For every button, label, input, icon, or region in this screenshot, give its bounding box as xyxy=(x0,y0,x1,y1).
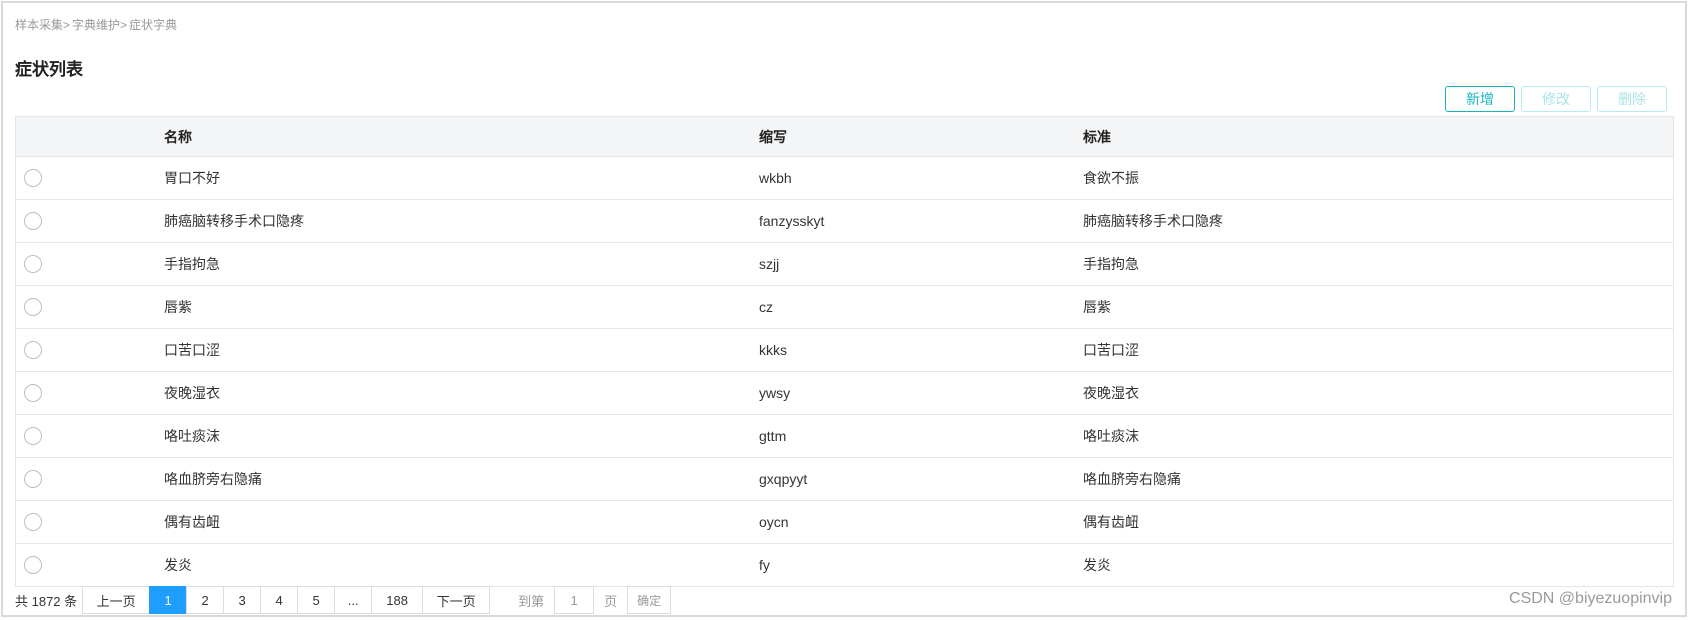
header-name[interactable]: 名称 xyxy=(164,127,759,147)
row-radio[interactable] xyxy=(24,298,42,316)
cell-abbr: cz xyxy=(759,299,773,315)
cell-abbr: oycn xyxy=(759,514,789,530)
cell-name: 口苦口涩 xyxy=(164,342,220,358)
delete-button[interactable]: 删除 xyxy=(1597,86,1667,112)
row-radio[interactable] xyxy=(24,427,42,445)
page-jump: 到第 页 确定 xyxy=(518,586,672,614)
prev-page-button[interactable]: 上一页 xyxy=(82,586,151,614)
table-row[interactable]: 胃口不好 wkbh 食欲不振 xyxy=(16,157,1673,200)
table-row[interactable]: 唇紫 cz 唇紫 xyxy=(16,286,1673,329)
cell-standard: 口苦口涩 xyxy=(1083,342,1139,358)
cell-name: 发炎 xyxy=(164,557,192,573)
cell-name: 唇紫 xyxy=(164,299,192,315)
edit-button[interactable]: 修改 xyxy=(1521,86,1591,112)
cell-standard: 肺癌脑转移手术口隐疼 xyxy=(1083,213,1223,229)
page-button-3[interactable]: 3 xyxy=(223,586,262,614)
breadcrumb-item-dictionary[interactable]: 字典维护> xyxy=(72,16,127,33)
cell-name: 咯血脐旁右隐痛 xyxy=(164,471,262,487)
cell-abbr: kkks xyxy=(759,342,787,358)
goto-suffix-label: 页 xyxy=(604,593,618,609)
toolbar: 新增 修改 删除 xyxy=(1445,86,1667,112)
table-row[interactable]: 偶有齿衄 oycn 偶有齿衄 xyxy=(16,501,1673,544)
row-radio[interactable] xyxy=(24,513,42,531)
page-buttons: 上一页 1 2 3 4 5 ... 188 下一页 xyxy=(82,586,491,614)
table-header: 名称 缩写 标准 xyxy=(16,117,1673,157)
page-button-5[interactable]: 5 xyxy=(297,586,336,614)
cell-abbr: gxqpyyt xyxy=(759,471,808,487)
row-radio[interactable] xyxy=(24,470,42,488)
page-button-1[interactable]: 1 xyxy=(149,586,188,614)
cell-abbr: fanzysskyt xyxy=(759,213,825,229)
cell-standard: 食欲不振 xyxy=(1083,170,1139,186)
cell-name: 手指拘急 xyxy=(164,256,220,272)
cell-standard: 唇紫 xyxy=(1083,299,1111,315)
header-abbr[interactable]: 缩写 xyxy=(759,127,1083,147)
row-radio[interactable] xyxy=(24,384,42,402)
cell-standard: 咯吐痰沫 xyxy=(1083,428,1139,444)
watermark: CSDN @biyezuopinvip xyxy=(1509,590,1672,607)
cell-abbr: fy xyxy=(759,557,770,573)
cell-abbr: gttm xyxy=(759,428,787,444)
page-button-2[interactable]: 2 xyxy=(186,586,225,614)
row-radio[interactable] xyxy=(24,169,42,187)
goto-confirm-button[interactable]: 确定 xyxy=(627,586,672,614)
goto-prefix-label: 到第 xyxy=(518,593,545,609)
total-count: 共 1872 条 xyxy=(15,593,78,609)
cell-name: 夜晚湿衣 xyxy=(164,385,220,401)
cell-name: 胃口不好 xyxy=(164,170,220,186)
table-row[interactable]: 口苦口涩 kkks 口苦口涩 xyxy=(16,329,1673,372)
breadcrumb-item-symptom-dictionary: 症状字典 xyxy=(129,18,178,32)
page-ellipsis: ... xyxy=(334,586,373,614)
breadcrumb-item-sample-collection[interactable]: 样本采集> xyxy=(15,16,70,33)
cell-abbr: szjj xyxy=(759,256,780,272)
symptom-table: 名称 缩写 标准 胃口不好 wkbh 食欲不振 肺癌脑转移手术口隐疼 fanzy… xyxy=(15,116,1674,587)
page-button-last[interactable]: 188 xyxy=(371,586,424,614)
row-radio[interactable] xyxy=(24,255,42,273)
table-row[interactable]: 咯血脐旁右隐痛 gxqpyyt 咯血脐旁右隐痛 xyxy=(16,458,1673,501)
cell-standard: 夜晚湿衣 xyxy=(1083,385,1139,401)
breadcrumb: 样本采集> 字典维护> 症状字典 xyxy=(15,16,177,33)
table-row[interactable]: 手指拘急 szjj 手指拘急 xyxy=(16,243,1673,286)
cell-name: 咯吐痰沫 xyxy=(164,428,220,444)
row-radio[interactable] xyxy=(24,341,42,359)
row-radio[interactable] xyxy=(24,556,42,574)
cell-standard: 咯血脐旁右隐痛 xyxy=(1083,471,1181,487)
page-title: 症状列表 xyxy=(15,60,83,79)
table-row[interactable]: 发炎 fy 发炎 xyxy=(16,544,1673,586)
row-radio[interactable] xyxy=(24,212,42,230)
cell-name: 偶有齿衄 xyxy=(164,514,220,530)
table-row[interactable]: 咯吐痰沫 gttm 咯吐痰沫 xyxy=(16,415,1673,458)
cell-standard: 手指拘急 xyxy=(1083,256,1139,272)
next-page-button[interactable]: 下一页 xyxy=(422,586,491,614)
cell-standard: 偶有齿衄 xyxy=(1083,514,1139,530)
header-standard[interactable]: 标准 xyxy=(1083,127,1673,147)
table-row[interactable]: 夜晚湿衣 ywsy 夜晚湿衣 xyxy=(16,372,1673,415)
cell-abbr: wkbh xyxy=(759,170,792,186)
add-button[interactable]: 新增 xyxy=(1445,86,1515,112)
pagination: 共 1872 条 上一页 1 2 3 4 5 ... 188 下一页 到第 页 … xyxy=(15,586,672,614)
page-frame: 样本采集> 字典维护> 症状字典 症状列表 新增 修改 删除 名称 缩写 标准 … xyxy=(1,1,1687,617)
table-row[interactable]: 肺癌脑转移手术口隐疼 fanzysskyt 肺癌脑转移手术口隐疼 xyxy=(16,200,1673,243)
cell-standard: 发炎 xyxy=(1083,557,1111,573)
goto-page-input[interactable] xyxy=(554,586,595,614)
cell-name: 肺癌脑转移手术口隐疼 xyxy=(164,213,304,229)
cell-abbr: ywsy xyxy=(759,385,791,401)
page-button-4[interactable]: 4 xyxy=(260,586,299,614)
